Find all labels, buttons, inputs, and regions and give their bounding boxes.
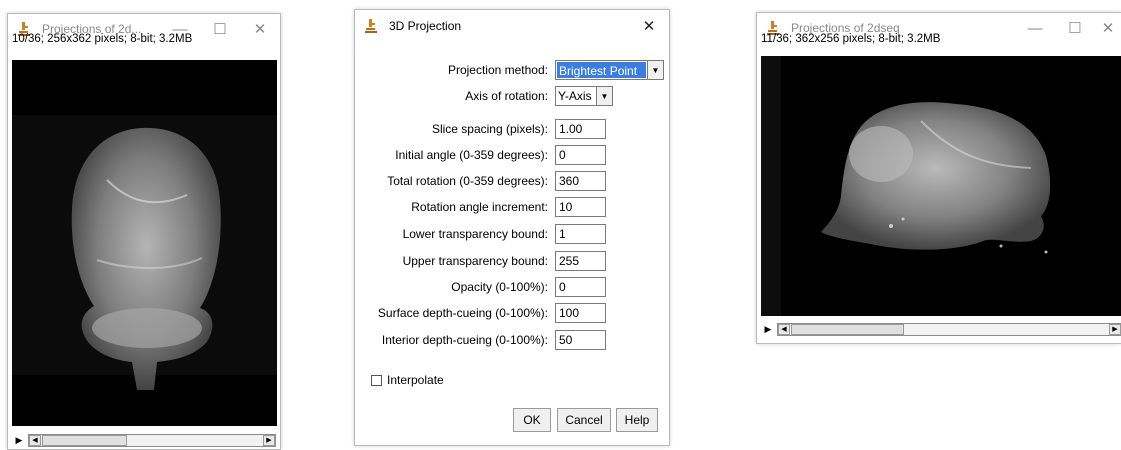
scroll-left-icon[interactable]: ◀ [29, 435, 41, 446]
slider-thumb[interactable] [791, 324, 904, 335]
close-icon[interactable]: ✕ [240, 14, 280, 44]
cancel-button[interactable]: Cancel [557, 408, 611, 432]
close-icon[interactable]: ✕ [1095, 13, 1121, 43]
opacity-input[interactable]: 0 [555, 277, 606, 297]
dialog-titlebar[interactable]: 3D Projection ✕ [355, 10, 669, 42]
play-icon[interactable]: ▶ [761, 321, 775, 338]
field-row: Slice spacing (pixels): 1.00 [355, 118, 665, 140]
slice-spacing-input[interactable]: 1.00 [555, 119, 606, 139]
interpolate-label: Interpolate [387, 373, 444, 387]
image-canvas[interactable] [12, 60, 277, 426]
left-image-window: Projections of 2d... — ☐ ✕ 10/36; 256x36… [7, 13, 281, 450]
close-icon[interactable]: ✕ [629, 11, 669, 41]
chevron-down-icon[interactable]: ▼ [647, 61, 663, 79]
projection-image [761, 56, 1051, 316]
projection-method-label: Projection method: [447, 63, 548, 77]
axis-of-rotation-row: Axis of rotation: [355, 85, 665, 107]
field-label: Lower transparency bound: [402, 227, 548, 241]
field-row: Surface depth-cueing (0-100%): 100 [355, 302, 665, 324]
projection-dialog: 3D Projection ✕ Projection method: Brigh… [354, 9, 670, 446]
field-row: Lower transparency bound: 1 [355, 223, 665, 245]
projection-method-value: Brightest Point [557, 62, 646, 78]
field-label: Initial angle (0-359 degrees): [395, 148, 548, 162]
lower-transparency-input[interactable]: 1 [555, 224, 606, 244]
field-label: Surface depth-cueing (0-100%): [377, 306, 548, 320]
interpolate-checkbox[interactable] [371, 375, 382, 386]
slice-slider[interactable]: ◀ ▶ [28, 434, 276, 447]
field-label: Slice spacing (pixels): [431, 122, 548, 136]
play-icon[interactable]: ▶ [12, 432, 26, 449]
surface-depth-input[interactable]: 100 [555, 303, 606, 323]
scroll-left-icon[interactable]: ◀ [778, 324, 790, 335]
imagej-microscope-icon [365, 19, 377, 33]
maximize-icon[interactable]: ☐ [1055, 13, 1095, 43]
field-label: Upper transparency bound: [402, 254, 548, 268]
image-canvas[interactable] [761, 56, 1121, 316]
upper-transparency-input[interactable]: 255 [555, 251, 606, 271]
axis-of-rotation-select[interactable]: Y-Axis ▼ [555, 86, 613, 106]
maximize-icon[interactable]: ☐ [200, 14, 240, 44]
initial-angle-input[interactable]: 0 [555, 145, 606, 165]
total-rotation-input[interactable]: 360 [555, 171, 606, 191]
field-row: Rotation angle increment: 10 [355, 196, 665, 218]
field-label: Opacity (0-100%): [451, 280, 548, 294]
field-label: Interior depth-cueing (0-100%): [381, 333, 548, 347]
projection-image [12, 115, 277, 391]
field-row: Upper transparency bound: 255 [355, 250, 665, 272]
field-row: Opacity (0-100%): 0 [355, 276, 665, 298]
projection-method-select[interactable]: Brightest Point ▼ [555, 60, 664, 80]
field-label: Total rotation (0-359 degrees): [387, 174, 548, 188]
slice-slider[interactable]: ◀ ▶ [777, 323, 1121, 336]
axis-of-rotation-value: Y-Axis [558, 89, 592, 103]
dialog-title: 3D Projection [389, 19, 462, 33]
slice-scrollbar: ▶ ◀ ▶ [12, 432, 277, 449]
chevron-down-icon[interactable]: ▼ [596, 87, 612, 105]
ok-button[interactable]: OK [513, 408, 551, 432]
axis-of-rotation-label: Axis of rotation: [465, 89, 548, 103]
right-image-window: Projections of 2dseq — ☐ ✕ 11/36; 362x25… [756, 12, 1121, 344]
field-row: Interior depth-cueing (0-100%): 50 [355, 329, 665, 351]
field-label: Rotation angle increment: [411, 200, 548, 214]
field-row: Initial angle (0-359 degrees): 0 [355, 144, 665, 166]
field-row: Total rotation (0-359 degrees): 360 [355, 170, 665, 192]
interior-depth-input[interactable]: 50 [555, 330, 606, 350]
scroll-right-icon[interactable]: ▶ [263, 435, 275, 446]
slider-thumb[interactable] [42, 435, 127, 446]
slice-scrollbar: ▶ ◀ ▶ [761, 321, 1121, 338]
help-button[interactable]: Help [616, 408, 658, 432]
scroll-right-icon[interactable]: ▶ [1109, 324, 1121, 335]
minimize-icon[interactable]: — [1015, 13, 1055, 43]
rotation-increment-input[interactable]: 10 [555, 197, 606, 217]
